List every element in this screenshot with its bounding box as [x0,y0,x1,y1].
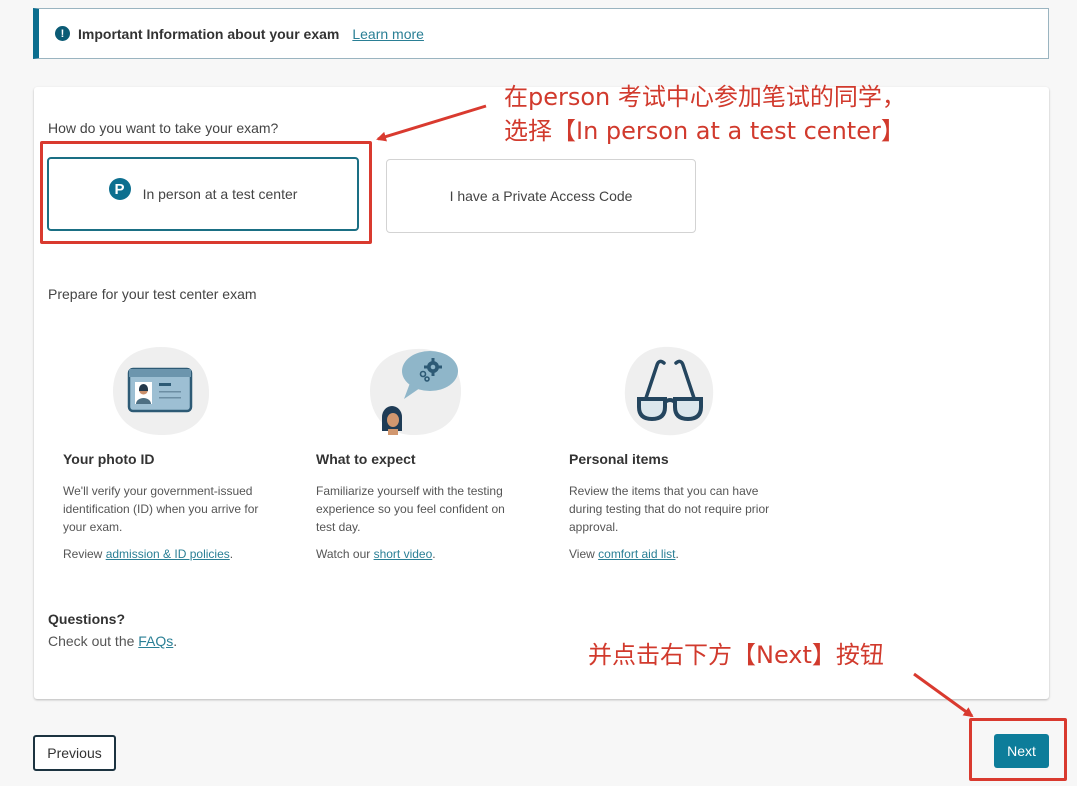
questions-text: Check out the FAQs. [48,633,177,649]
next-button[interactable]: Next [994,734,1049,768]
short-video-link[interactable]: short video [374,547,433,561]
info-circle-icon: ! [55,26,70,41]
banner-text: Important Information about your exam [78,25,340,42]
question-label: How do you want to take your exam? [48,120,279,136]
questions-prefix: Check out the [48,633,139,649]
prep-item-action: Watch our short video. [316,547,436,561]
prep-item-title: Personal items [569,451,669,467]
option-private-access-code[interactable]: I have a Private Access Code [386,159,696,233]
prep-item-action-suffix: . [675,547,679,561]
prep-item-description: Review the items that you can have durin… [569,484,770,534]
annotation-text-line2: 选择【In person at a test center】 [504,117,905,145]
option-in-person[interactable]: P In person at a test center [47,157,359,231]
prep-item-action-suffix: . [229,547,234,561]
faqs-link[interactable]: FAQs [138,633,173,649]
glasses-icon [624,346,714,436]
prep-item-action: View comfort aid list. [569,547,679,561]
learn-more-link[interactable]: Learn more [352,26,424,42]
prep-item-title: What to expect [316,451,416,467]
speech-bubble-gears-icon [370,348,462,435]
comfort-aid-list-link[interactable]: comfort aid list [598,547,675,561]
questions-section: Questions? Check out the FAQs. [48,611,177,649]
prep-item-description: Familiarize yourself with the testing ex… [316,484,505,534]
option-in-person-label: In person at a test center [142,186,298,202]
prep-item-action-suffix: . [432,547,436,561]
previous-button[interactable]: Previous [33,735,116,771]
exam-delivery-card: How do you want to take your exam? P In … [34,87,1049,699]
annotation-text-line1: 在person 考试中心参加笔试的同学， [504,83,906,111]
prep-item-action-prefix: Watch our [316,547,374,561]
photo-id-card-icon [113,347,210,436]
important-info-banner: ! Important Information about your exam … [33,8,1049,59]
questions-suffix: . [173,633,178,649]
prep-item-title: Your photo ID [63,451,155,467]
questions-title: Questions? [48,611,126,627]
annotation-text-line3: 并点击右下方【Next】按钮 [588,641,884,669]
prep-item-description: We'll verify your government-issued iden… [63,484,259,534]
pearson-logo-icon: P [108,178,131,200]
prep-item-action-prefix: View [569,547,599,561]
option-private-access-code-label: I have a Private Access Code [449,188,633,204]
prep-item-action: Review admission & ID policies. [63,547,233,561]
admission-id-policies-link[interactable]: admission & ID policies [106,547,230,561]
prepare-title: Prepare for your test center exam [48,286,257,302]
prep-item-action-prefix: Review [63,547,106,561]
